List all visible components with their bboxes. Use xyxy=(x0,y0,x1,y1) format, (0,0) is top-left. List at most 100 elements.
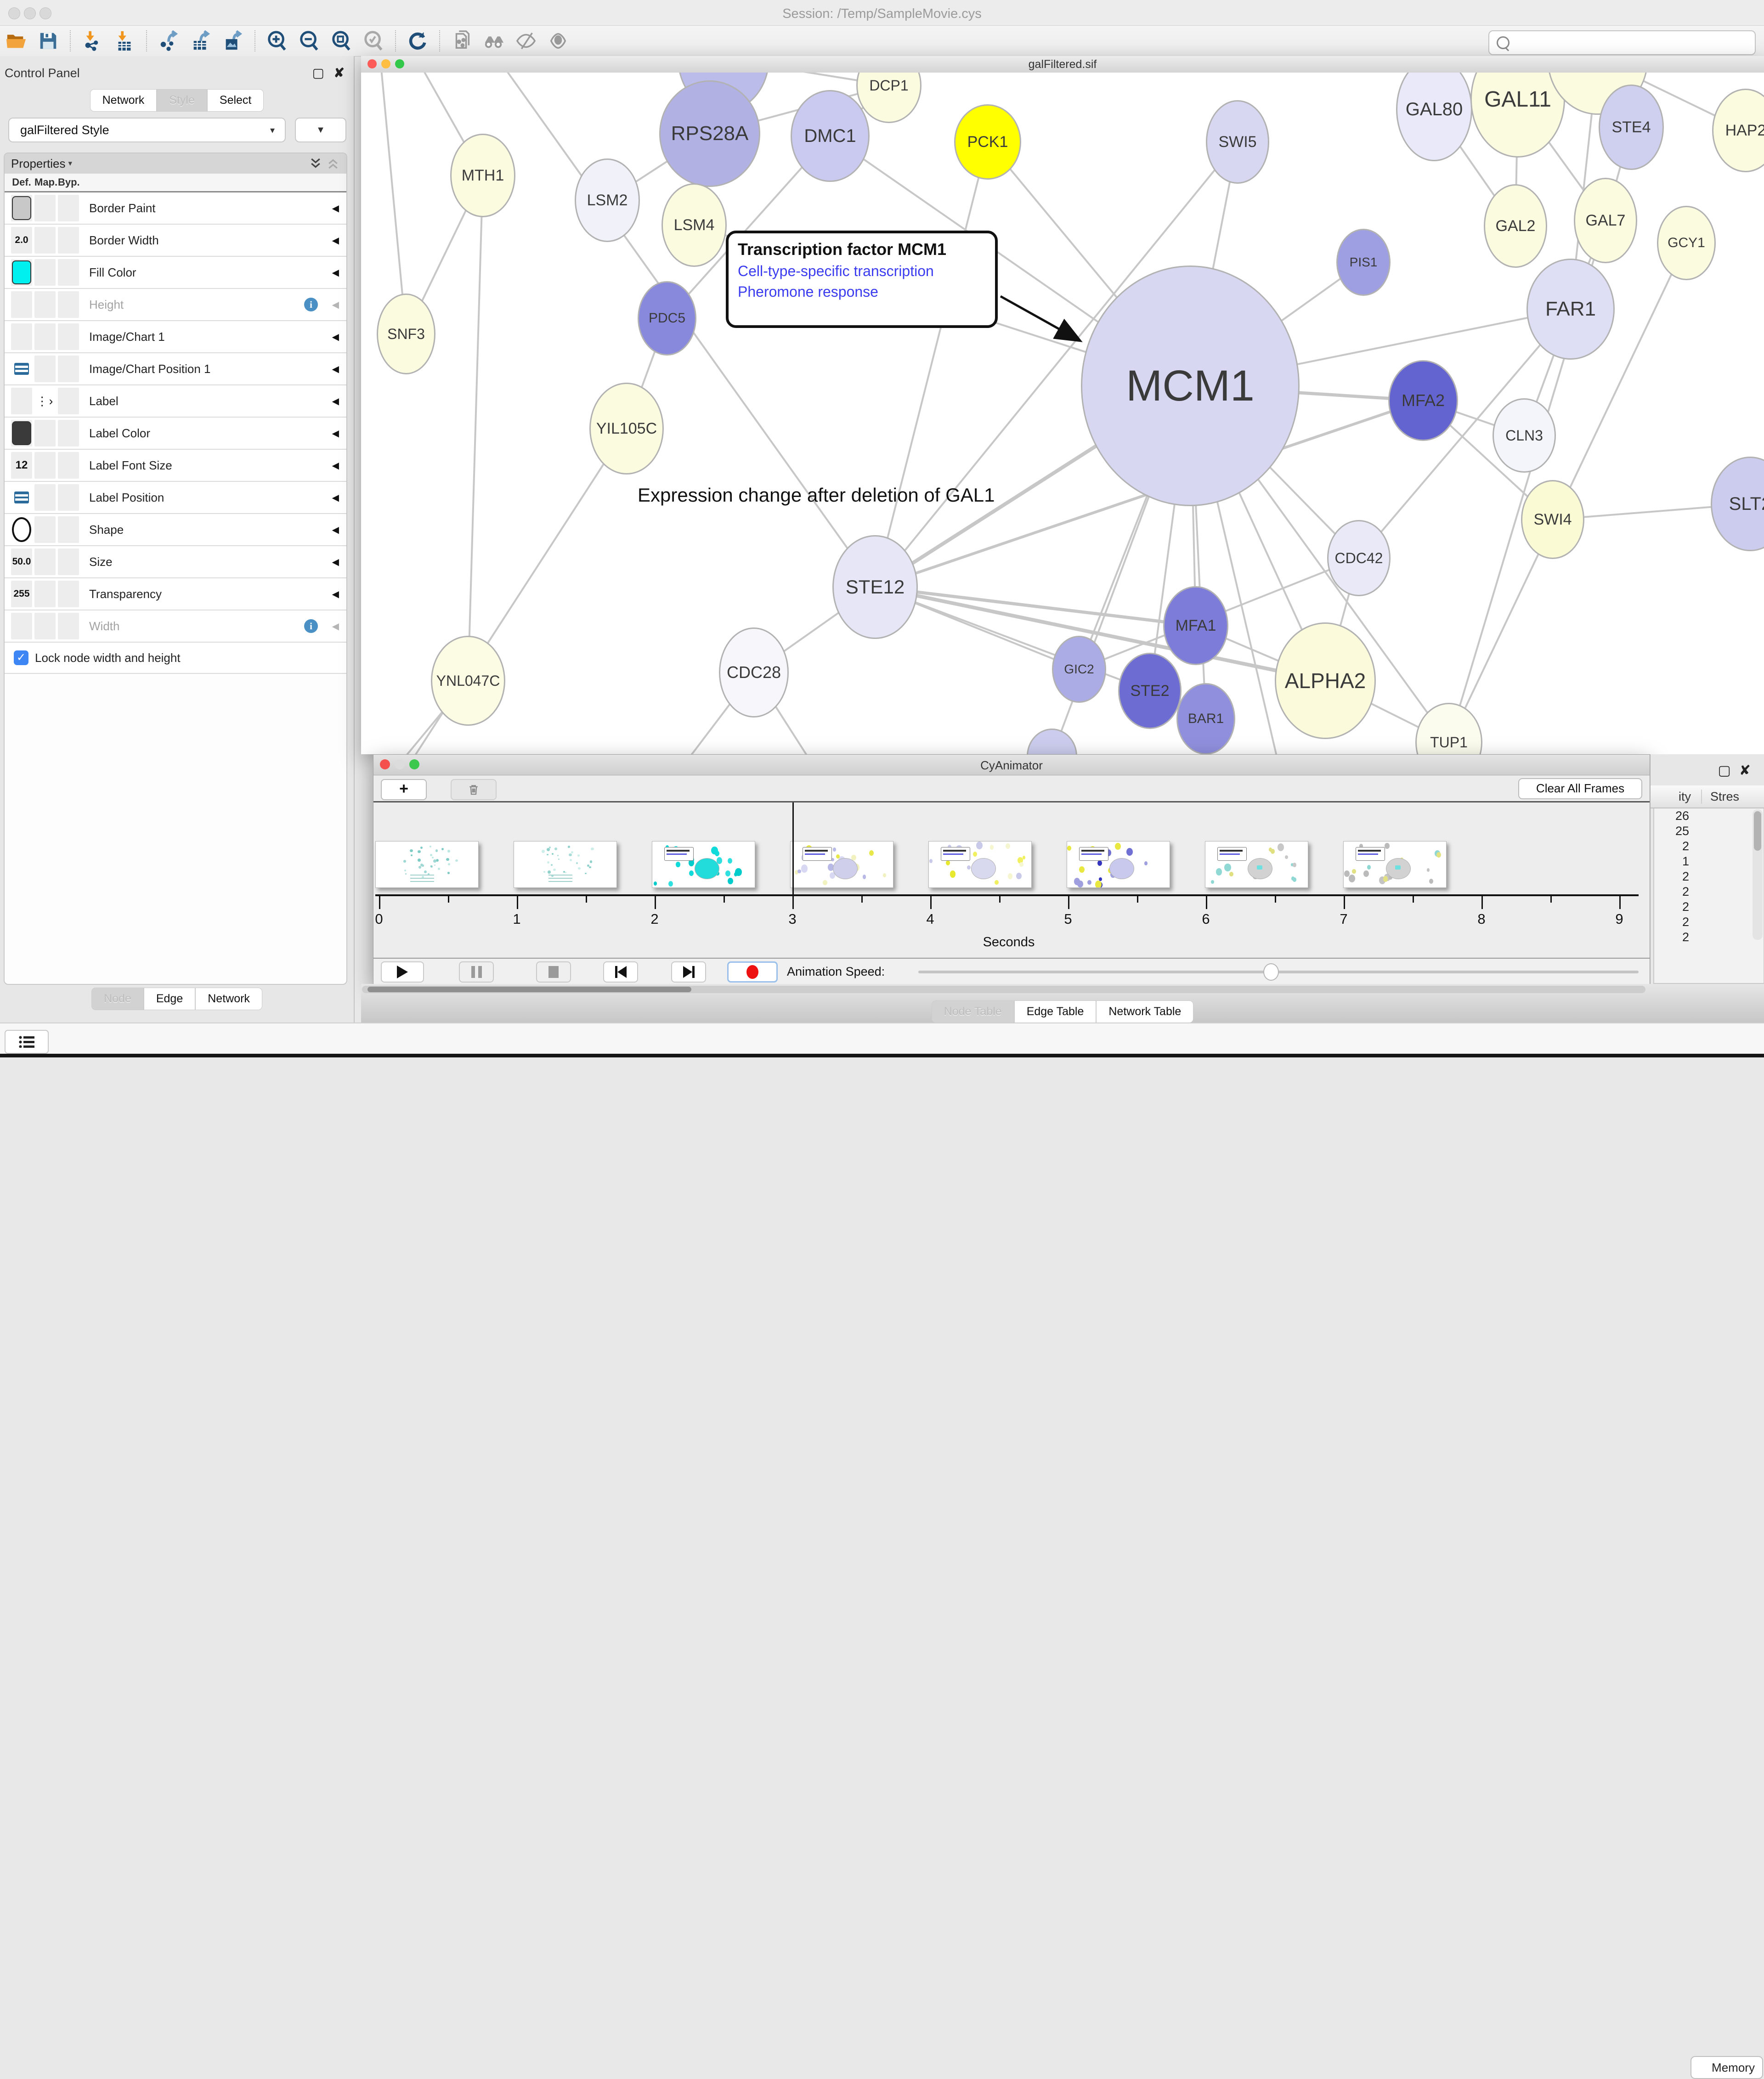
annotation-link[interactable]: Pheromone response xyxy=(738,283,986,300)
network-node-gcy1[interactable]: GCY1 xyxy=(1657,206,1716,280)
column-header[interactable]: Stres xyxy=(1701,790,1764,804)
tab-network-table[interactable]: Network Table xyxy=(1096,1000,1193,1023)
copy-network-icon[interactable] xyxy=(448,28,475,54)
tab-node[interactable]: Node xyxy=(91,988,144,1010)
import-table-icon[interactable] xyxy=(111,28,138,54)
default-value[interactable]: 50.0 xyxy=(12,556,31,567)
tab-select[interactable]: Select xyxy=(207,89,264,112)
color-swatch[interactable] xyxy=(12,196,31,220)
property-row[interactable]: 12Label Font Size◀ xyxy=(5,450,346,482)
expand-row-icon[interactable]: ◀ xyxy=(332,621,339,632)
timeline-playhead[interactable] xyxy=(792,802,794,897)
skip-back-button[interactable] xyxy=(603,961,638,983)
hide-selected-icon[interactable] xyxy=(513,28,539,54)
position-icon[interactable] xyxy=(14,363,29,375)
open-session-icon[interactable] xyxy=(3,28,29,54)
tab-edge-table[interactable]: Edge Table xyxy=(1014,1000,1097,1023)
tab-network-style[interactable]: Network xyxy=(195,988,262,1010)
property-row[interactable]: Border Paint◀ xyxy=(5,192,346,225)
network-node-cdc42[interactable]: CDC42 xyxy=(1327,520,1391,596)
color-swatch[interactable] xyxy=(12,260,31,284)
table-row[interactable]: 26 xyxy=(1651,808,1689,824)
network-node-cdc28[interactable]: CDC28 xyxy=(719,627,789,717)
horizontal-scrollbar[interactable] xyxy=(362,986,1645,993)
show-panels-button[interactable] xyxy=(5,1030,49,1054)
zoom-selected-icon[interactable] xyxy=(360,28,387,54)
network-node-gic2[interactable]: GIC2 xyxy=(1052,636,1106,703)
property-row[interactable]: Heighti◀ xyxy=(5,289,346,321)
lock-size-checkbox[interactable]: ✓ xyxy=(14,650,28,665)
frame-thumbnail-2s[interactable] xyxy=(652,841,755,888)
add-frame-button[interactable]: + xyxy=(381,779,427,800)
position-icon[interactable] xyxy=(14,492,29,503)
network-titlebar[interactable]: galFiltered.sif xyxy=(361,56,1764,73)
expand-row-icon[interactable]: ◀ xyxy=(332,267,339,278)
network-node-bar1[interactable]: BAR1 xyxy=(1176,683,1235,754)
search-input[interactable] xyxy=(1488,30,1756,55)
table-row[interactable]: 2 xyxy=(1651,930,1689,945)
play-button[interactable] xyxy=(381,961,424,983)
default-value[interactable]: 2.0 xyxy=(15,235,28,246)
expand-row-icon[interactable]: ◀ xyxy=(332,203,339,214)
expand-all-icon[interactable] xyxy=(309,157,322,170)
table-row[interactable]: 2 xyxy=(1651,869,1689,884)
network-node-alpha2[interactable]: ALPHA2 xyxy=(1275,622,1376,739)
table-row[interactable]: 2 xyxy=(1651,915,1689,930)
expand-row-icon[interactable]: ◀ xyxy=(332,428,339,439)
import-network-icon[interactable] xyxy=(79,28,106,54)
first-neighbors-icon[interactable] xyxy=(481,28,507,54)
table-row[interactable]: 2 xyxy=(1651,884,1689,899)
panel-window-icons[interactable]: ▢✘ xyxy=(1718,763,1759,779)
zoom-out-icon[interactable] xyxy=(296,28,322,54)
table-row[interactable]: 2 xyxy=(1651,899,1689,915)
property-row[interactable]: Image/Chart Position 1◀ xyxy=(5,353,346,385)
expand-row-icon[interactable]: ◀ xyxy=(332,363,339,375)
export-table-icon[interactable] xyxy=(187,28,214,54)
property-row[interactable]: Widthi◀ xyxy=(5,610,346,643)
tab-style[interactable]: Style xyxy=(157,89,207,112)
property-row[interactable]: 255Transparency◀ xyxy=(5,578,346,610)
clear-all-frames-button[interactable]: Clear All Frames xyxy=(1518,778,1642,799)
scrollbar-thumb[interactable] xyxy=(1754,811,1761,851)
ellipse-shape-icon[interactable] xyxy=(12,517,31,542)
network-node-mfa1[interactable]: MFA1 xyxy=(1163,586,1228,665)
property-row[interactable]: Shape◀ xyxy=(5,514,346,546)
style-options-button[interactable]: ▼ xyxy=(295,118,346,142)
network-node-pdc5[interactable]: PDC5 xyxy=(638,281,696,356)
network-node-pis1[interactable]: PIS1 xyxy=(1336,229,1391,296)
expand-row-icon[interactable]: ◀ xyxy=(332,235,339,246)
network-canvas[interactable]: Transcription factor MCM1 Cell-type-spec… xyxy=(361,73,1764,754)
property-row[interactable]: 50.0Size◀ xyxy=(5,546,346,578)
pause-button[interactable] xyxy=(459,961,494,983)
tab-edge[interactable]: Edge xyxy=(144,988,195,1010)
property-row[interactable]: Label Position◀ xyxy=(5,482,346,514)
info-icon[interactable]: i xyxy=(304,298,318,311)
network-node-yil105c[interactable]: YIL105C xyxy=(589,383,664,475)
expand-row-icon[interactable]: ◀ xyxy=(332,524,339,536)
save-session-icon[interactable] xyxy=(35,28,62,54)
show-all-icon[interactable] xyxy=(545,28,571,54)
color-swatch[interactable] xyxy=(12,421,31,445)
delete-frame-button[interactable] xyxy=(451,779,497,800)
frame-thumbnail-5s[interactable] xyxy=(1067,841,1170,888)
network-node-pck1[interactable]: PCK1 xyxy=(954,104,1021,180)
network-node-dmc1[interactable]: DMC1 xyxy=(791,90,870,182)
network-node-snf3[interactable]: SNF3 xyxy=(377,294,435,374)
record-button[interactable] xyxy=(727,961,778,983)
network-node-mcm1[interactable]: MCM1 xyxy=(1081,266,1300,506)
default-value[interactable]: 12 xyxy=(16,459,28,472)
frame-thumbnail-3s[interactable] xyxy=(790,841,893,888)
network-node-ynl047c[interactable]: YNL047C xyxy=(431,636,505,726)
default-value[interactable]: 255 xyxy=(13,588,29,599)
export-network-icon[interactable] xyxy=(155,28,182,54)
skip-forward-button[interactable] xyxy=(671,961,706,983)
frame-thumbnail-7s[interactable] xyxy=(1343,841,1447,888)
network-node-ste4[interactable]: STE4 xyxy=(1599,85,1664,170)
network-node-lsm4[interactable]: LSM4 xyxy=(662,183,727,267)
info-icon[interactable]: i xyxy=(304,619,318,633)
tab-node-table[interactable]: Node Table xyxy=(932,1000,1014,1023)
property-row[interactable]: Label Color◀ xyxy=(5,418,346,450)
expand-row-icon[interactable]: ◀ xyxy=(332,588,339,600)
table-row[interactable]: 25 xyxy=(1651,824,1689,839)
animation-speed-slider[interactable] xyxy=(918,971,1639,973)
